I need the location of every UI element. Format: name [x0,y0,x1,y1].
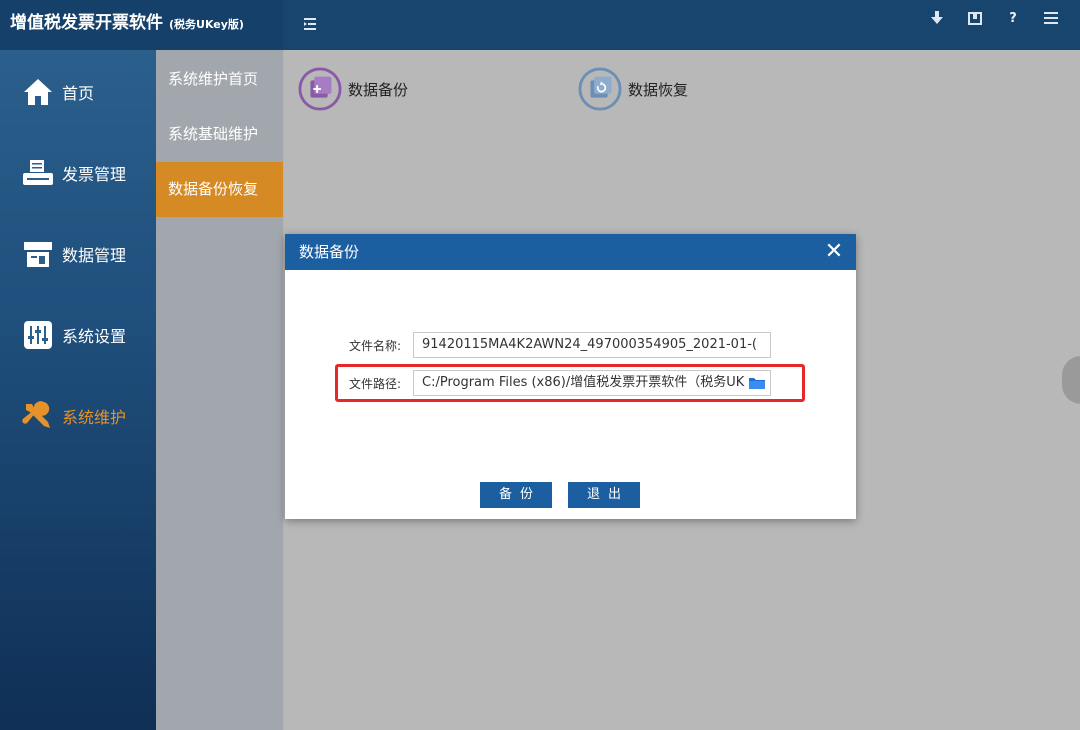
backup-button[interactable]: 备份 [480,482,552,508]
tools-icon [22,400,54,432]
printer-icon [22,157,54,189]
nav-item-data[interactable]: 数据管理 [0,224,156,284]
dialog-header: 数据备份 ✕ [285,234,856,270]
dialog-title: 数据备份 [299,243,360,261]
data-icon [22,238,54,270]
data-backup-tool[interactable]: 数据备份 [298,67,408,111]
book-icon[interactable] [966,9,984,27]
backup-dialog: 数据备份 ✕ 文件名称: 91420115MA4K2AWN24_49700035… [285,234,856,519]
backup-icon [298,67,342,111]
filename-value: 91420115MA4K2AWN24_497000354905_2021-01-… [422,337,757,352]
hamburger-menu-icon[interactable] [1042,9,1060,27]
filename-row: 文件名称: 91420115MA4K2AWN24_497000354905_20… [285,332,856,358]
filename-label: 文件名称: [348,338,401,353]
home-icon [22,76,54,108]
tool-label: 数据恢复 [628,80,689,99]
download-icon[interactable] [928,9,946,27]
subnav-item-basic-maintenance[interactable]: 系统基础维护 [156,107,283,162]
exit-button[interactable]: 退出 [568,482,640,508]
restore-icon [578,67,622,111]
nav-item-label: 数据管理 [62,246,127,265]
tool-label: 数据备份 [348,80,409,99]
app-title-text: 增值税发票开票软件 [10,13,163,33]
highlight-box [335,364,805,402]
side-panel-handle[interactable] [1062,356,1080,404]
menu-collapse-icon[interactable] [300,13,322,35]
nav-item-home[interactable]: 首页 [0,62,156,122]
sliders-icon [22,319,54,351]
nav-item-label: 系统设置 [62,327,127,346]
sub-nav: 系统维护首页 系统基础维护 数据备份恢复 [156,50,283,730]
help-icon[interactable]: ? [1004,9,1022,27]
top-bar: 增值税发票开票软件 (税务UKey版) ? [0,0,1080,50]
app-subtitle: (税务UKey版) [169,18,244,31]
app-title: 增值税发票开票软件 (税务UKey版) [0,0,283,50]
top-toolbar: ? [928,9,1060,31]
filename-field[interactable]: 91420115MA4K2AWN24_497000354905_2021-01-… [413,332,771,358]
close-icon[interactable]: ✕ [822,234,846,270]
left-nav: 首页 发票管理 数据管理 系统设置 系统维护 [0,50,156,730]
nav-item-maintenance[interactable]: 系统维护 [0,386,156,446]
nav-item-label: 系统维护 [62,408,127,427]
nav-item-invoice[interactable]: 发票管理 [0,143,156,203]
nav-item-settings[interactable]: 系统设置 [0,305,156,365]
subnav-item-backup-restore[interactable]: 数据备份恢复 [156,162,283,217]
subnav-item-maintenance-home[interactable]: 系统维护首页 [156,52,283,107]
data-restore-tool[interactable]: 数据恢复 [578,67,688,111]
nav-item-label: 发票管理 [62,165,127,184]
nav-item-label: 首页 [62,84,95,103]
